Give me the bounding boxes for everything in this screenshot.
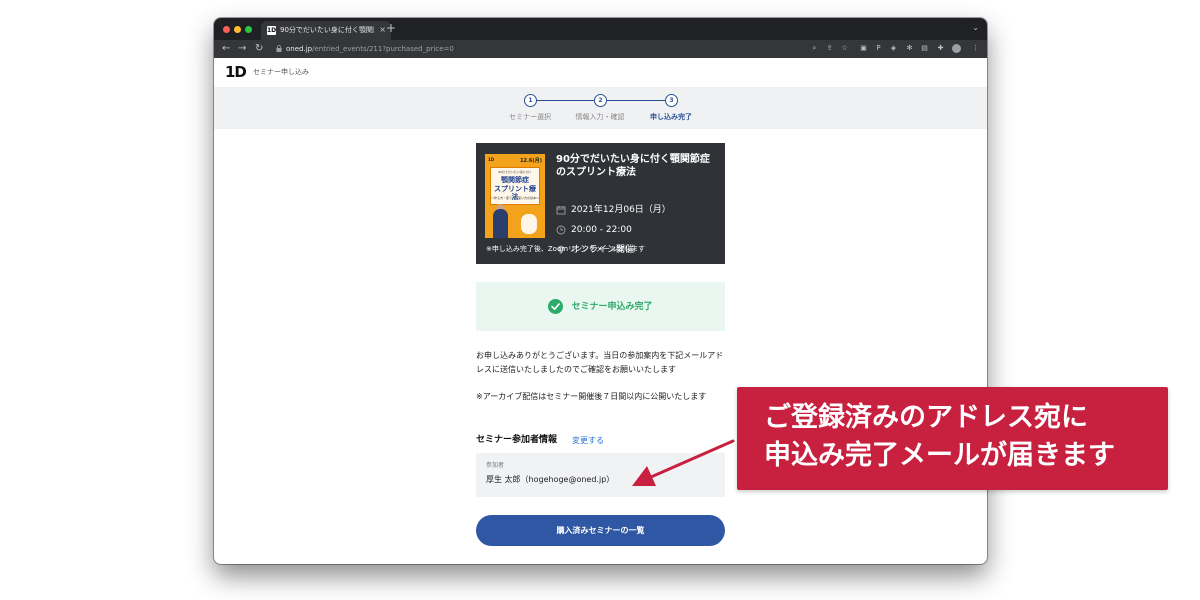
edit-participant-link[interactable]: 変更する (572, 435, 604, 447)
close-window-button[interactable] (223, 26, 230, 33)
url-path: /entried_events/211?purchased_price=0 (312, 45, 454, 53)
thumbnail-tagline: 〜作る方・使う方・使い方の基本〜 (491, 196, 540, 200)
progress-stepper: 1 2 3 セミナー選択 情報入力・確認 申し込み完了 (214, 87, 987, 129)
event-thumbnail: 1D 12.6(月) 90分でだいたい身に付く 顎関節症 スプリント療法 〜作る… (485, 154, 545, 238)
extension-gear-icon[interactable]: ✻ (905, 44, 914, 53)
lock-icon (276, 45, 282, 52)
tab-search-icon[interactable]: ⌄ (972, 23, 979, 32)
thumbnail-subtitle: 90分でだいたい身に付く (498, 170, 532, 174)
step-3-label: 申し込み完了 (650, 113, 692, 121)
back-arrow-icon[interactable]: ← (222, 42, 230, 56)
participant-info-box: 参加者 厚生 太郎（hogehoge@oned.jp） (476, 453, 725, 497)
thumbnail-brand: 1D (488, 157, 495, 162)
tab-title: 90分でだいたい身に付く顎関節症 (280, 26, 374, 34)
browser-toolbar: ← → ↻ oned.jp/entried_events/211?purchas… (214, 40, 987, 58)
new-tab-button[interactable]: + (386, 21, 396, 35)
speaker-body-graphic (493, 209, 508, 238)
event-time-row: 20:00 - 22:00 (556, 224, 632, 236)
bookmark-star-icon[interactable]: ☆ (840, 44, 849, 53)
participant-label: 参加者 (486, 462, 505, 469)
step-connector (537, 100, 594, 101)
callout-annotation: ご登録済みのアドレス宛に 申込み完了メールが届きます (737, 387, 1168, 490)
purchased-seminars-button[interactable]: 購入済みセミナーの一覧 (476, 515, 725, 546)
kebab-menu-icon[interactable]: ⋮ (971, 44, 980, 53)
forward-arrow-icon[interactable]: → (238, 42, 246, 56)
clock-icon (556, 225, 566, 235)
page-header: 1D セミナー申し込み (214, 58, 987, 87)
site-favicon-icon: 1D (267, 26, 277, 35)
jaw-model-graphic (521, 214, 537, 234)
zoom-icon[interactable]: ⌕ (810, 44, 819, 53)
success-message: セミナー申込み完了 (571, 301, 653, 312)
event-date: 2021年12月06日（月） (571, 205, 671, 215)
archive-notice: ※アーカイブ配信はセミナー開催後７日間以内に公開いたします (476, 392, 707, 401)
step-1-circle: 1 (524, 94, 537, 107)
extension-window-icon[interactable]: ▤ (920, 44, 929, 53)
browser-tab-active[interactable]: 1D 90分でだいたい身に付く顎関節症 × (261, 21, 391, 40)
brand-logo[interactable]: 1D (225, 64, 247, 81)
step-connector (607, 100, 665, 101)
success-banner: セミナー申込み完了 (476, 282, 725, 331)
minimize-window-button[interactable] (234, 26, 241, 33)
url-host: oned.jp (286, 45, 313, 53)
event-note: ※申し込み完了後、Zoomリンクをメール致します (486, 245, 646, 253)
profile-avatar-icon[interactable] (952, 44, 961, 53)
participant-value: 厚生 太郎（hogehoge@oned.jp） (486, 475, 615, 484)
extension-p-icon[interactable]: P (874, 44, 883, 53)
event-card: 1D 12.6(月) 90分でだいたい身に付く 顎関節症 スプリント療法 〜作る… (476, 143, 725, 264)
thumbnail-date: 12.6(月) (520, 158, 542, 164)
step-2-circle: 2 (594, 94, 607, 107)
thumbnail-title-line1: 顎関節症 (501, 176, 529, 184)
step-1-label: セミナー選択 (509, 113, 551, 121)
thumbnail-title-box: 90分でだいたい身に付く 顎関節症 スプリント療法 〜作る方・使う方・使い方の基… (490, 167, 540, 205)
share-icon[interactable]: ⇪ (825, 44, 834, 53)
event-date-row: 2021年12月06日（月） (556, 204, 671, 216)
callout-line-1: ご登録済みのアドレス宛に (764, 402, 1088, 433)
reload-icon[interactable]: ↻ (255, 42, 263, 56)
participant-section-title: セミナー参加者情報 (476, 435, 558, 445)
callout-line-2: 申込み完了メールが届きます (764, 440, 1115, 471)
calendar-icon (556, 206, 566, 215)
event-title: 90分でだいたい身に付く顎関節症のスプリント療法 (556, 154, 710, 178)
address-bar[interactable]: oned.jp/entried_events/211?purchased_pri… (286, 43, 454, 55)
maximize-window-button[interactable] (245, 26, 252, 33)
step-3-circle: 3 (665, 94, 678, 107)
extension-notion-icon[interactable]: ▣ (859, 44, 868, 53)
event-time: 20:00 - 22:00 (571, 225, 632, 235)
extension-shield-icon[interactable]: ◈ (889, 44, 898, 53)
extensions-puzzle-icon[interactable]: ✚ (936, 44, 945, 53)
tab-close-icon[interactable]: × (379, 24, 386, 36)
browser-tab-strip: 1D 90分でだいたい身に付く顎関節症 × + ⌄ (214, 18, 987, 40)
check-circle-icon (548, 299, 564, 314)
page-title: セミナー申し込み (253, 68, 309, 76)
step-2-label: 情報入力・確認 (575, 113, 625, 121)
thanks-message: お申し込みありがとうございます。当日の参加案内を下記メールアドレスに送信いたしま… (476, 351, 724, 374)
